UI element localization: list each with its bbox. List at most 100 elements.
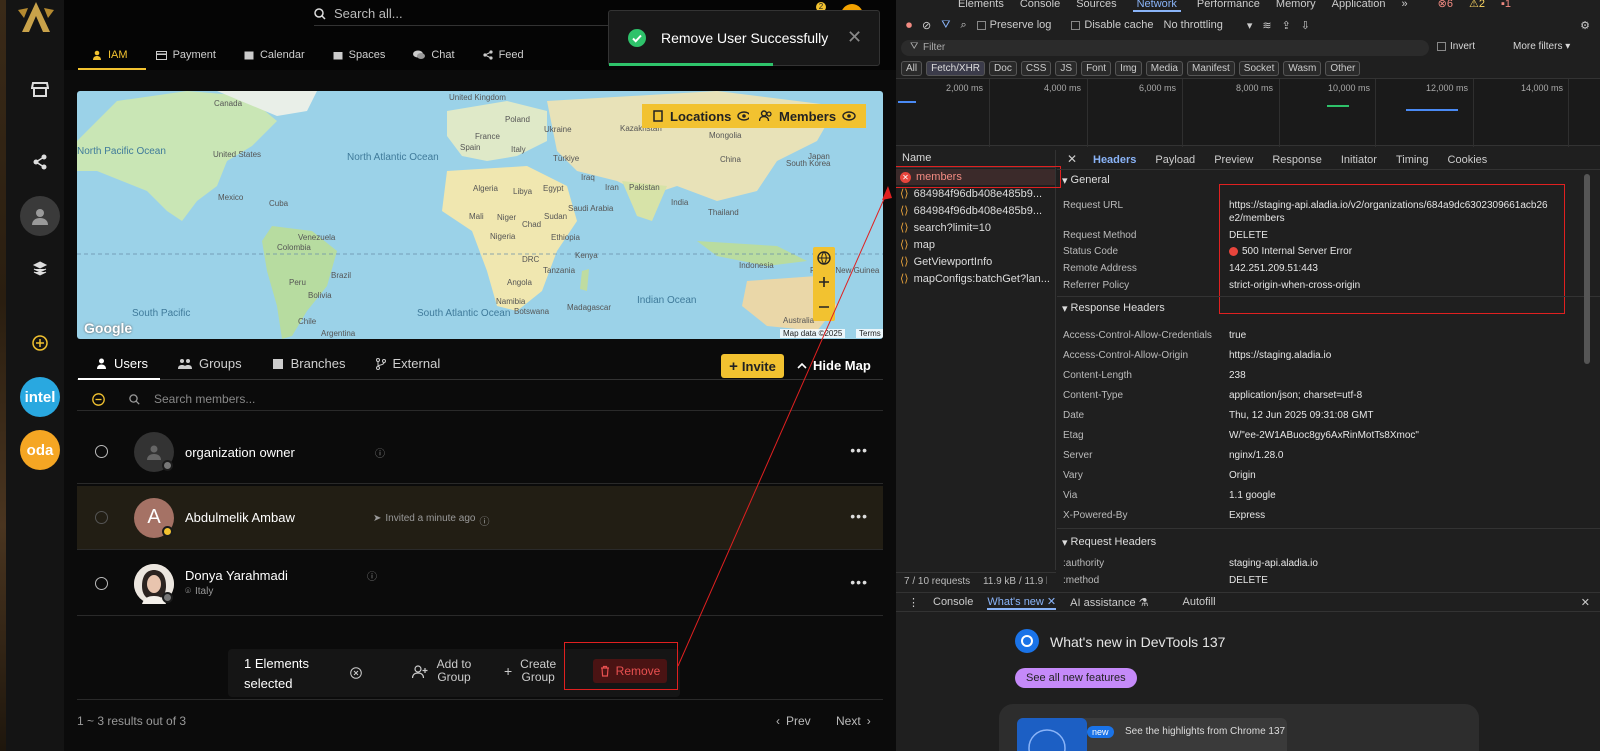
toast-close-icon[interactable]: ✕ bbox=[847, 27, 862, 48]
invert-checkbox[interactable]: Invert bbox=[1437, 41, 1475, 52]
upload-icon[interactable]: ⇪ bbox=[1282, 19, 1291, 32]
filter-type-button[interactable]: Font bbox=[1081, 61, 1112, 76]
row-select-radio[interactable] bbox=[95, 445, 108, 458]
filter-type-button[interactable]: CSS bbox=[1020, 61, 1052, 76]
filter-type-button[interactable]: Media bbox=[1145, 61, 1183, 76]
info-counter[interactable]: ▪1 bbox=[1501, 0, 1511, 12]
detail-tab[interactable]: Cookies bbox=[1448, 154, 1488, 166]
table-row[interactable]: Donya Yarahmadi ⓘ ⌾ Italy ••• bbox=[77, 552, 883, 616]
tab-chat[interactable]: Chat bbox=[399, 44, 468, 66]
store-icon[interactable] bbox=[26, 75, 54, 103]
request-row[interactable]: ⟨⟩ GetViewportInfo bbox=[900, 255, 992, 269]
search-icon[interactable]: ⌕ bbox=[960, 19, 966, 32]
drawer-menu-icon[interactable]: ⋮ bbox=[908, 596, 919, 609]
section-request-headers[interactable]: ▾ Request Headers bbox=[1062, 536, 1156, 549]
more-filters-dropdown[interactable]: More filters ▾ bbox=[1513, 41, 1570, 52]
request-row[interactable]: ⟨⟩ search?limit=10 bbox=[900, 221, 991, 235]
section-response-headers[interactable]: ▾ Response Headers bbox=[1062, 302, 1165, 315]
network-conditions-icon[interactable]: ≋ bbox=[1262, 19, 1271, 32]
filter-type-button-active[interactable]: Fetch/XHR bbox=[926, 61, 986, 76]
global-search[interactable]: Search all... bbox=[314, 2, 614, 26]
error-counter[interactable]: ⊗6 bbox=[1438, 0, 1453, 12]
detail-tab[interactable]: Preview bbox=[1214, 154, 1253, 166]
create-group-button[interactable]: + Create Group bbox=[504, 658, 560, 684]
filter-type-button[interactable]: Manifest bbox=[1187, 61, 1235, 76]
members-map[interactable]: United Kingdom Canada United States Mexi… bbox=[77, 91, 883, 339]
info-icon[interactable]: ⓘ bbox=[479, 513, 489, 528]
filter-type-button[interactable]: Img bbox=[1115, 61, 1142, 76]
devtools-tab[interactable]: Sources bbox=[1076, 0, 1116, 12]
see-all-features-button[interactable]: See all new features bbox=[1015, 668, 1137, 688]
network-timeline[interactable]: 2,000 ms 4,000 ms 6,000 ms 8,000 ms 10,0… bbox=[896, 78, 1600, 147]
row-more-icon[interactable]: ••• bbox=[850, 508, 868, 524]
org-avatar-oda[interactable]: oda bbox=[20, 430, 60, 470]
globe-icon[interactable] bbox=[813, 247, 835, 269]
members-search-input[interactable]: Search members... bbox=[154, 392, 255, 406]
warning-counter[interactable]: ⚠2 bbox=[1469, 0, 1485, 12]
more-tabs-icon[interactable]: » bbox=[1401, 0, 1407, 12]
name-column-header[interactable]: Name bbox=[902, 152, 931, 164]
prev-page-button[interactable]: ‹ Prev bbox=[776, 714, 811, 728]
table-row[interactable]: A Abdulmelik Ambaw ➤ Invited a minute ag… bbox=[77, 486, 883, 550]
request-row[interactable]: ⟨⟩ 684984f96db408e485b9... bbox=[900, 204, 1042, 218]
scrollbar[interactable] bbox=[1584, 174, 1590, 364]
info-icon[interactable]: ⓘ bbox=[375, 445, 385, 460]
filter-type-button[interactable]: Socket bbox=[1238, 61, 1280, 76]
row-select-radio[interactable] bbox=[95, 577, 108, 590]
tab-spaces[interactable]: Spaces bbox=[319, 44, 400, 66]
tab-iam[interactable]: IAM bbox=[78, 44, 142, 66]
next-page-button[interactable]: Next › bbox=[836, 714, 871, 728]
members-toggle-button[interactable]: Members bbox=[749, 104, 867, 128]
zoom-in-icon[interactable] bbox=[813, 269, 835, 295]
row-more-icon[interactable]: ••• bbox=[850, 442, 868, 458]
drawer-tab[interactable]: Console bbox=[933, 596, 973, 608]
close-icon[interactable]: ✕ bbox=[1067, 152, 1077, 166]
book-icon[interactable] bbox=[26, 254, 54, 282]
filter-type-button[interactable]: All bbox=[901, 61, 923, 76]
devtools-tab[interactable]: Elements bbox=[958, 0, 1004, 12]
request-row[interactable]: ⟨⟩ map bbox=[900, 238, 935, 252]
deselect-all-icon[interactable] bbox=[92, 392, 105, 406]
invite-button[interactable]: + Invite bbox=[721, 354, 784, 378]
dropdown-icon[interactable]: ▾ bbox=[1247, 19, 1253, 32]
locations-toggle-button[interactable]: Locations bbox=[642, 104, 762, 128]
devtools-tab-active[interactable]: Network bbox=[1132, 0, 1181, 12]
filter-icon[interactable]: ⛛ bbox=[941, 19, 950, 32]
throttling-select[interactable]: No throttling bbox=[1164, 19, 1223, 31]
disable-cache-checkbox[interactable]: Disable cache bbox=[1071, 19, 1154, 31]
tab-branches[interactable]: Branches bbox=[272, 356, 346, 371]
tab-payment[interactable]: Payment bbox=[142, 44, 230, 66]
table-row[interactable]: organization owner ⓘ ••• bbox=[77, 420, 883, 484]
devtools-tab[interactable]: Console bbox=[1020, 0, 1060, 12]
detail-tab[interactable]: Timing bbox=[1396, 154, 1429, 166]
close-drawer-icon[interactable]: ✕ bbox=[1581, 596, 1590, 609]
drawer-tab[interactable]: Autofill bbox=[1183, 596, 1216, 608]
devtools-tab[interactable]: Application bbox=[1332, 0, 1386, 12]
clear-selection-icon[interactable] bbox=[350, 667, 362, 679]
hide-map-button[interactable]: Hide Map bbox=[797, 358, 871, 373]
filter-type-button[interactable]: JS bbox=[1055, 61, 1078, 76]
tab-groups[interactable]: Groups bbox=[177, 356, 242, 371]
filter-type-button[interactable]: Other bbox=[1325, 61, 1361, 76]
request-row[interactable]: ⟨⟩ mapConfigs:batchGet?lan... bbox=[900, 272, 1050, 286]
devtools-tab[interactable]: Performance bbox=[1197, 0, 1260, 12]
request-row[interactable]: ⟨⟩ 684984f96db408e485b9... bbox=[900, 187, 1042, 201]
row-select-radio[interactable] bbox=[95, 511, 108, 524]
detail-tab-active[interactable]: Headers bbox=[1093, 154, 1136, 166]
share-icon[interactable] bbox=[26, 148, 54, 176]
detail-tab[interactable]: Response bbox=[1272, 154, 1322, 166]
tab-external[interactable]: External bbox=[375, 356, 440, 371]
zoom-out-icon[interactable] bbox=[813, 295, 835, 319]
drawer-tab-active[interactable]: What's new ✕ bbox=[987, 595, 1057, 610]
devtools-tab[interactable]: Memory bbox=[1276, 0, 1316, 12]
user-avatar[interactable] bbox=[20, 196, 60, 236]
highlights-card[interactable]: new See the highlights from Chrome 137 bbox=[999, 704, 1479, 751]
settings-icon[interactable]: ⚙ bbox=[1580, 19, 1590, 32]
add-organization-icon[interactable] bbox=[26, 329, 54, 357]
filter-type-button[interactable]: Doc bbox=[989, 61, 1017, 76]
map-terms-link[interactable]: Terms bbox=[856, 329, 883, 338]
download-icon[interactable]: ⇩ bbox=[1301, 19, 1310, 32]
filter-input[interactable]: Filter bbox=[901, 40, 1429, 56]
preserve-log-checkbox[interactable]: Preserve log bbox=[976, 19, 1051, 31]
org-avatar-intel[interactable]: intel bbox=[20, 377, 60, 417]
